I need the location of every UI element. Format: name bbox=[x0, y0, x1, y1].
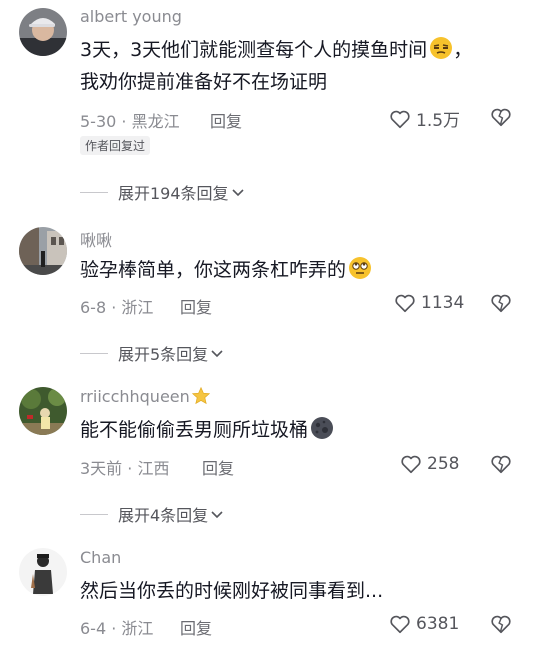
comment-location: 浙江 bbox=[121, 619, 154, 638]
comment-text-line: 3天，3天他们就能测查每个人的摸鱼时间 bbox=[80, 39, 428, 61]
comment-location: 江西 bbox=[137, 459, 170, 478]
avatar[interactable] bbox=[19, 387, 67, 435]
comment-text: 3天，3天他们就能测查每个人的摸鱼时间 ， 我劝你提前准备好不在场证明 bbox=[80, 34, 500, 98]
broken-heart-icon[interactable] bbox=[490, 453, 512, 475]
comment-time: 6-8 bbox=[80, 298, 107, 317]
reply-button[interactable]: 回复 bbox=[180, 294, 212, 318]
divider bbox=[80, 513, 108, 515]
like-button[interactable]: 1.5万 bbox=[389, 106, 460, 131]
comment-text-line: 能不能偷偷丢男厕所垃圾桶 bbox=[80, 419, 309, 441]
chevron-down-icon bbox=[211, 350, 223, 358]
username[interactable]: rriicchhqueen bbox=[80, 386, 211, 406]
avatar[interactable] bbox=[19, 548, 67, 596]
comment-text-punct: ， bbox=[453, 39, 473, 61]
like-count: 1134 bbox=[421, 293, 465, 313]
chevron-down-icon bbox=[231, 189, 244, 197]
heart-icon bbox=[401, 455, 421, 474]
expand-replies-label: 展开194条回复 bbox=[118, 184, 229, 203]
reply-button[interactable]: 回复 bbox=[210, 108, 242, 132]
like-count: 6381 bbox=[416, 614, 460, 634]
username-text: rriicchhqueen bbox=[80, 387, 190, 406]
avatar-image bbox=[19, 548, 67, 596]
divider bbox=[80, 191, 108, 193]
comment-location: 黑龙江 bbox=[131, 112, 180, 131]
separator: · bbox=[121, 112, 127, 131]
expand-replies-label: 展开5条回复 bbox=[118, 345, 209, 364]
comment-location: 浙江 bbox=[121, 298, 154, 317]
comment-text-line: 我劝你提前准备好不在场证明 bbox=[80, 71, 328, 93]
username[interactable]: 啾啾 bbox=[80, 227, 112, 251]
like-count: 258 bbox=[427, 454, 460, 474]
separator: · bbox=[111, 298, 117, 317]
like-button[interactable]: 1134 bbox=[394, 292, 464, 314]
like-button[interactable]: 6381 bbox=[389, 613, 459, 635]
comment-meta: 6-8 · 浙江 bbox=[80, 294, 153, 318]
username[interactable]: albert young bbox=[80, 7, 182, 26]
avatar[interactable] bbox=[19, 227, 67, 275]
sly-face-emoji bbox=[430, 37, 453, 59]
comment-time: 6-4 bbox=[80, 619, 107, 638]
reply-button[interactable]: 回复 bbox=[180, 615, 212, 639]
reply-button[interactable]: 回复 bbox=[202, 455, 234, 479]
avatar-image bbox=[19, 8, 67, 56]
divider bbox=[80, 352, 108, 354]
separator: · bbox=[127, 459, 133, 478]
expand-replies-button[interactable]: 展开5条回复 bbox=[80, 341, 224, 365]
comment-meta: 3天前 · 江西 bbox=[80, 455, 169, 479]
avatar[interactable] bbox=[19, 8, 67, 56]
comment-time: 3天前 bbox=[80, 459, 123, 478]
author-replied-badge: 作者回复过 bbox=[80, 136, 151, 155]
star-icon bbox=[191, 386, 210, 405]
comment-text-line: 然后当你丢的时候刚好被同事看到... bbox=[80, 580, 384, 602]
broken-heart-icon[interactable] bbox=[490, 613, 512, 635]
expand-replies-label: 展开4条回复 bbox=[118, 506, 209, 525]
separator: · bbox=[111, 619, 117, 638]
expand-replies-button[interactable]: 展开4条回复 bbox=[80, 502, 224, 526]
comment-meta: 5-30 · 黑龙江 bbox=[80, 108, 180, 132]
avatar-image bbox=[19, 227, 67, 275]
dark-moon-emoji bbox=[311, 417, 334, 439]
heart-icon bbox=[395, 294, 415, 313]
heart-icon bbox=[390, 615, 410, 634]
comment-meta: 6-4 · 浙江 bbox=[80, 615, 153, 639]
comment-time: 5-30 bbox=[80, 112, 117, 131]
chevron-down-icon bbox=[211, 511, 223, 519]
username[interactable]: Chan bbox=[80, 548, 121, 567]
like-button[interactable]: 258 bbox=[400, 453, 459, 475]
avatar-image bbox=[19, 387, 67, 435]
like-count: 1.5万 bbox=[416, 111, 461, 131]
broken-heart-icon[interactable] bbox=[490, 292, 512, 314]
comment-text: 验孕棒简单，你这两条杠咋弄的 bbox=[80, 254, 500, 286]
rolling-eyes-emoji bbox=[349, 257, 372, 279]
expand-replies-button[interactable]: 展开194条回复 bbox=[80, 180, 245, 204]
comment-text: 能不能偷偷丢男厕所垃圾桶 bbox=[80, 414, 500, 446]
heart-icon bbox=[390, 110, 410, 128]
broken-heart-icon[interactable] bbox=[490, 106, 512, 128]
comment-text: 然后当你丢的时候刚好被同事看到... bbox=[80, 575, 500, 607]
comment-text-line: 验孕棒简单，你这两条杠咋弄的 bbox=[80, 259, 347, 281]
